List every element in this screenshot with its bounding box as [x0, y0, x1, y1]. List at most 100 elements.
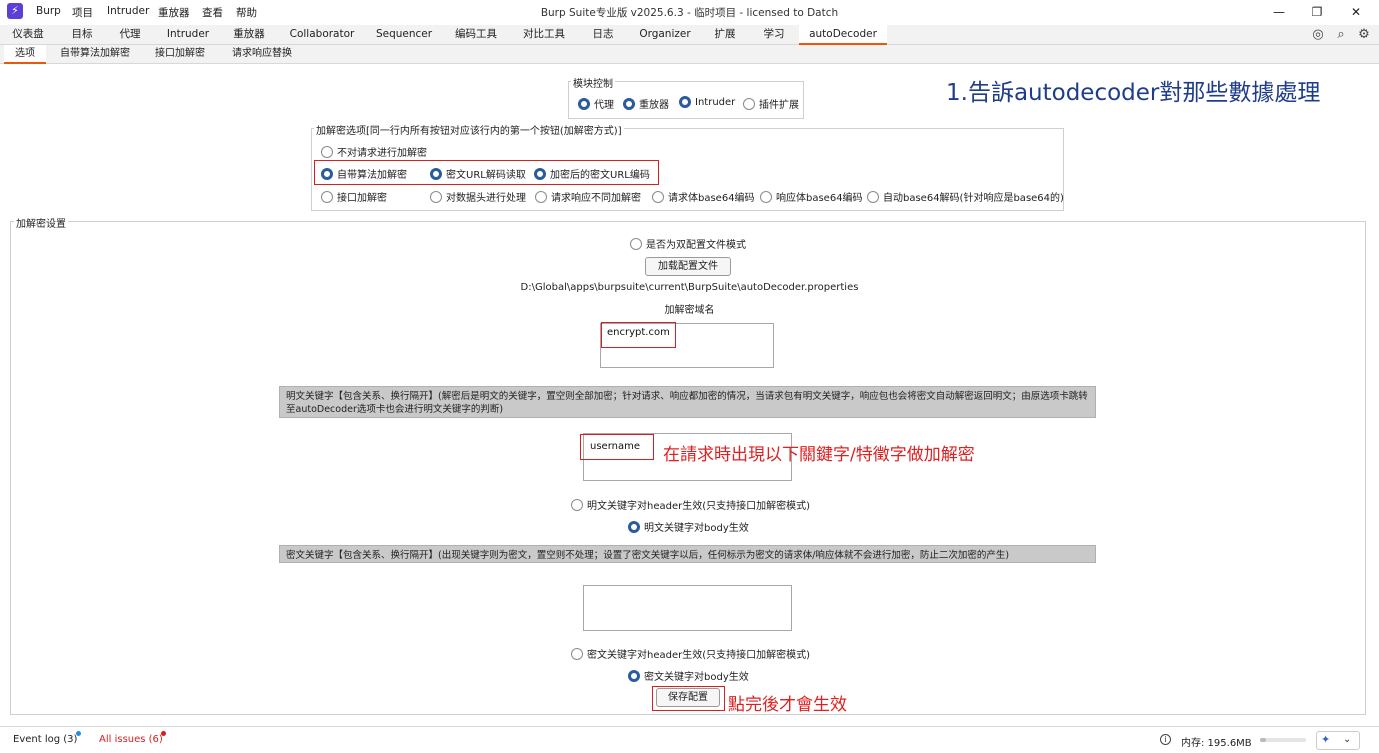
- plain-header-radio[interactable]: 明文关键字对header生效(只支持接口加解密模式): [571, 497, 810, 512]
- memory-label: 内存: 195.6MB: [1181, 738, 1252, 749]
- annotation-save: 點完後才會生效: [728, 695, 847, 715]
- module-extensions-radio[interactable]: 插件扩展: [743, 96, 799, 111]
- tab-organizer[interactable]: Organizer: [634, 25, 696, 45]
- subtab-api-crypto[interactable]: 接口加解密: [146, 45, 214, 64]
- tab-dashboard[interactable]: 仪表盘: [4, 25, 52, 45]
- crypto-options-legend: 加解密选项[同一行内所有按钮对应该行内的第一个按钮(加解密方式)]: [314, 122, 624, 137]
- tab-proxy[interactable]: 代理: [110, 25, 150, 45]
- plain-body-label: 明文关键字对body生效: [644, 523, 749, 534]
- burp-logo-icon: ⚡: [7, 3, 23, 19]
- radio-unchecked-icon: [630, 237, 642, 250]
- status-bar: Event log (3) All issues (6) i 内存: 195.6…: [0, 726, 1379, 753]
- radio-checked-icon: [628, 520, 640, 533]
- domain-label: 加解密域名: [664, 305, 715, 316]
- module-control-legend: 模块控制: [571, 75, 615, 90]
- subtab-options[interactable]: 选项: [4, 45, 46, 64]
- radio-unchecked-icon: [867, 190, 879, 203]
- subtab-replace[interactable]: 请求响应替换: [224, 45, 300, 64]
- no-crypto-radio[interactable]: 不对请求进行加解密: [321, 144, 427, 159]
- settings-legend: 加解密设置: [14, 215, 68, 230]
- highlight-box-crypto-row: [314, 160, 659, 185]
- module-proxy-label: 代理: [594, 100, 614, 111]
- restore-icon[interactable]: ❐: [1302, 2, 1332, 22]
- event-log-link[interactable]: Event log (3): [13, 734, 77, 745]
- event-log-dot-icon: [76, 731, 81, 736]
- radio-checked-icon: [578, 97, 590, 110]
- radio-checked-icon: [623, 97, 635, 110]
- module-extensions-label: 插件扩展: [759, 100, 799, 111]
- diff-crypto-label: 请求响应不同加解密: [551, 193, 641, 204]
- config-path: D:\Global\apps\burpsuite\current\BurpSui…: [520, 282, 859, 293]
- main-tab-bar: 仪表盘 目标 代理 Intruder 重放器 Collaborator Sequ…: [0, 25, 1379, 45]
- chevron-down-icon: ⌄: [1343, 734, 1352, 745]
- all-issues-link[interactable]: All issues (6): [99, 734, 163, 745]
- dual-config-radio[interactable]: 是否为双配置文件模式: [630, 236, 746, 251]
- no-crypto-label: 不对请求进行加解密: [337, 148, 427, 159]
- info-icon[interactable]: i: [1160, 734, 1171, 745]
- radio-unchecked-icon: [652, 190, 664, 203]
- cipher-keyword-textarea[interactable]: [583, 585, 792, 631]
- search-icon[interactable]: ⌕: [1333, 27, 1349, 43]
- radio-unchecked-icon: [743, 97, 755, 110]
- subtab-builtin-crypto[interactable]: 自带算法加解密: [54, 45, 136, 64]
- tab-decoder[interactable]: 编码工具: [448, 25, 504, 45]
- tab-repeater[interactable]: 重放器: [224, 25, 274, 45]
- tab-intruder[interactable]: Intruder: [160, 25, 216, 45]
- close-icon[interactable]: ✕: [1341, 2, 1371, 22]
- menu-burp[interactable]: Burp: [36, 5, 61, 17]
- tab-collaborator[interactable]: Collaborator: [285, 25, 359, 45]
- minimize-icon[interactable]: —: [1264, 2, 1294, 22]
- tab-target[interactable]: 目标: [60, 25, 104, 45]
- module-proxy-radio[interactable]: 代理: [578, 96, 614, 111]
- radio-unchecked-icon: [321, 145, 333, 158]
- radio-unchecked-icon: [321, 190, 333, 203]
- diff-crypto-radio[interactable]: 请求响应不同加解密: [535, 189, 641, 204]
- tab-extensions[interactable]: 扩展: [706, 25, 744, 45]
- plain-header-label: 明文关键字对header生效(只支持接口加解密模式): [587, 501, 811, 512]
- sub-tab-bar: 选项 自带算法加解密 接口加解密 请求响应替换: [0, 45, 1379, 64]
- tab-comparer[interactable]: 对比工具: [516, 25, 572, 45]
- annotation-keyword: 在請求時出現以下關鍵字/特徵字做加解密: [663, 445, 975, 465]
- assistant-button[interactable]: ✦ ⌄: [1316, 731, 1360, 750]
- cipher-header-label: 密文关键字对header生效(只支持接口加解密模式): [587, 650, 811, 661]
- tab-logger[interactable]: 日志: [582, 25, 624, 45]
- auto-base64-radio[interactable]: 自动base64解码(针对响应是base64的): [867, 189, 1064, 204]
- auto-base64-label: 自动base64解码(针对响应是base64的): [883, 193, 1064, 204]
- menu-help[interactable]: 帮助: [236, 5, 257, 20]
- resp-base64-label: 响应体base64编码: [776, 193, 863, 204]
- cipher-body-radio[interactable]: 密文关键字对body生效: [628, 668, 749, 683]
- radio-unchecked-icon: [760, 190, 772, 203]
- req-base64-radio[interactable]: 请求体base64编码: [652, 189, 755, 204]
- cipher-header-radio[interactable]: 密文关键字对header生效(只支持接口加解密模式): [571, 646, 810, 661]
- tab-autodecoder[interactable]: autoDecoder: [799, 25, 887, 45]
- module-intruder-radio[interactable]: Intruder: [679, 96, 735, 108]
- header-process-label: 对数据头进行处理: [446, 193, 526, 204]
- module-repeater-radio[interactable]: 重放器: [623, 96, 669, 111]
- resp-base64-radio[interactable]: 响应体base64编码: [760, 189, 863, 204]
- menu-view[interactable]: 查看: [202, 5, 223, 20]
- api-crypto-radio[interactable]: 接口加解密: [321, 189, 387, 204]
- cipher-keyword-description: 密文关键字【包含关系、换行隔开】(出现关键字则为密文，置空则不处理；设置了密文关…: [279, 545, 1096, 563]
- plain-body-radio[interactable]: 明文关键字对body生效: [628, 519, 749, 534]
- highlight-box-domain: [601, 322, 676, 348]
- radio-unchecked-icon: [430, 190, 442, 203]
- highlight-box-save: [652, 686, 725, 711]
- gear-icon[interactable]: ⚙: [1356, 27, 1372, 43]
- title-bar: ⚡ Burp Suite专业版 v2025.6.3 - 临时项目 - licen…: [0, 0, 1379, 24]
- tab-sequencer[interactable]: Sequencer: [370, 25, 438, 45]
- req-base64-label: 请求体base64编码: [668, 193, 755, 204]
- cipher-body-label: 密文关键字对body生效: [644, 672, 749, 683]
- memory-bar: [1260, 738, 1306, 742]
- issues-dot-icon: [161, 731, 166, 736]
- header-process-radio[interactable]: 对数据头进行处理: [430, 189, 526, 204]
- sparkle-icon: ✦: [1321, 733, 1331, 746]
- module-repeater-label: 重放器: [639, 100, 669, 111]
- menu-repeater[interactable]: 重放器: [158, 5, 190, 20]
- globe-icon[interactable]: ◎: [1310, 27, 1326, 43]
- dual-config-label: 是否为双配置文件模式: [646, 240, 746, 251]
- menu-project[interactable]: 项目: [72, 5, 93, 20]
- radio-unchecked-icon: [535, 190, 547, 203]
- menu-intruder[interactable]: Intruder: [107, 5, 149, 17]
- load-config-button[interactable]: 加载配置文件: [645, 257, 731, 276]
- tab-learn[interactable]: 学习: [754, 25, 794, 45]
